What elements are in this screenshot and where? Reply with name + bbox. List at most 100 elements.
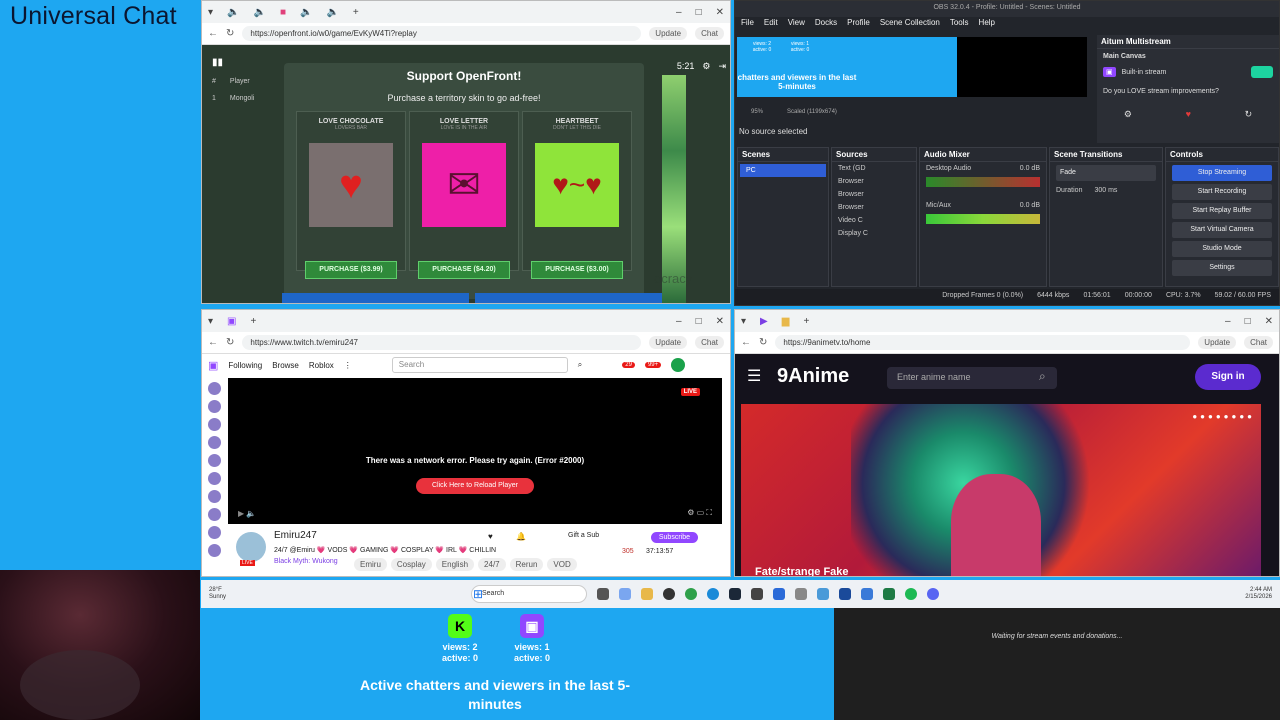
update-button[interactable]: Update: [649, 336, 688, 349]
nav-roblox[interactable]: Roblox: [309, 361, 334, 370]
tab-list-icon[interactable]: ▾: [741, 316, 746, 327]
maximize-icon[interactable]: □: [1245, 316, 1251, 327]
app-icon[interactable]: [751, 588, 763, 600]
discord-icon[interactable]: [927, 588, 939, 600]
minimize-icon[interactable]: –: [1225, 316, 1231, 327]
source-item[interactable]: Browser: [832, 175, 916, 188]
carousel-dots[interactable]: ●●●●●●●●: [1192, 412, 1255, 421]
exit-icon[interactable]: ⇥: [718, 61, 726, 72]
skin-card[interactable]: LOVE CHOCOLATE LOVERS BAR ♥: [296, 111, 406, 271]
minimize-icon[interactable]: –: [676, 316, 682, 327]
refresh-icon[interactable]: ↻: [1245, 109, 1253, 120]
skin-card[interactable]: HEARTBEET DON'T LET THIS DIE ♥~♥: [522, 111, 632, 271]
channel-avatar[interactable]: [207, 454, 221, 467]
start-virtual-camera-button[interactable]: Start Virtual Camera: [1172, 222, 1272, 238]
update-button[interactable]: Update: [649, 27, 688, 40]
back-icon[interactable]: ←: [208, 28, 218, 39]
gear-icon[interactable]: ⚙: [1124, 109, 1132, 120]
excel-icon[interactable]: [883, 588, 895, 600]
spotify-icon[interactable]: [905, 588, 917, 600]
bell-icon[interactable]: 🔔: [516, 532, 526, 541]
bar-chart-icon[interactable]: ▮▮: [212, 57, 282, 68]
channel-avatar[interactable]: [207, 418, 221, 431]
source-item[interactable]: Display C: [832, 227, 916, 240]
minimize-icon[interactable]: –: [676, 7, 682, 18]
love-stream-label[interactable]: Do you LOVE stream improvements?: [1097, 80, 1279, 103]
weather-widget[interactable]: 28°F Sunny: [209, 587, 269, 601]
chat-button[interactable]: Chat: [695, 336, 724, 349]
menu-icon[interactable]: ☰: [747, 366, 761, 386]
reload-icon[interactable]: ↻: [226, 337, 234, 348]
close-icon[interactable]: ✕: [716, 7, 724, 18]
purchase-button[interactable]: PURCHASE ($4.20): [418, 261, 510, 279]
twitch-logo-icon[interactable]: ▣: [208, 359, 218, 372]
system-clock[interactable]: 2:44 AM 2/15/2026: [1245, 587, 1272, 601]
tag[interactable]: Emiru: [354, 558, 387, 571]
channel-avatar[interactable]: [207, 400, 221, 413]
site-logo[interactable]: 9Anime: [777, 365, 849, 388]
scene-item[interactable]: PC: [740, 164, 826, 177]
source-item[interactable]: Browser: [832, 188, 916, 201]
studio-mode-button[interactable]: Studio Mode: [1172, 241, 1272, 257]
gift-sub-button[interactable]: Gift a Sub: [568, 532, 599, 539]
heart-icon[interactable]: ♥: [1186, 109, 1191, 120]
channel-name[interactable]: Emiru247: [274, 530, 317, 541]
channel-avatar[interactable]: [207, 508, 221, 521]
player-settings-icon[interactable]: ⚙ ▭ ⛶: [687, 508, 712, 518]
transition-select[interactable]: Fade: [1056, 165, 1156, 181]
stop-streaming-button[interactable]: Stop Streaming: [1172, 165, 1272, 181]
back-icon[interactable]: ←: [208, 337, 218, 348]
tag[interactable]: English: [435, 558, 475, 571]
steam-icon[interactable]: [729, 588, 741, 600]
edge-icon[interactable]: [707, 588, 719, 600]
mic-meter[interactable]: [926, 214, 1040, 224]
url-field[interactable]: https://www.twitch.tv/emiru247: [242, 335, 642, 350]
tag[interactable]: 24/7: [478, 558, 506, 571]
nav-browse[interactable]: Browse: [272, 361, 299, 370]
menu-tools[interactable]: Tools: [950, 18, 969, 30]
maximize-icon[interactable]: □: [696, 7, 702, 18]
reload-player-button[interactable]: Click Here to Reload Player: [416, 478, 534, 494]
source-item[interactable]: Text (GD: [832, 162, 916, 175]
channel-avatar[interactable]: [207, 382, 221, 395]
tag[interactable]: Rerun: [509, 558, 544, 571]
reload-icon[interactable]: ↻: [226, 28, 234, 39]
folder-tab-icon[interactable]: ▆: [782, 316, 790, 327]
menu-view[interactable]: View: [788, 18, 805, 30]
stream-toggle[interactable]: [1251, 66, 1273, 78]
search-icon[interactable]: ⌕: [1039, 369, 1046, 384]
start-recording-button[interactable]: Start Recording: [1172, 184, 1272, 200]
maximize-icon[interactable]: □: [696, 316, 702, 327]
start-icon[interactable]: ⊞: [473, 587, 483, 601]
menu-profile[interactable]: Profile: [847, 18, 870, 30]
app-icon[interactable]: [795, 588, 807, 600]
copilot-icon[interactable]: [619, 588, 631, 600]
source-item[interactable]: Video C: [832, 214, 916, 227]
obs-icon[interactable]: [663, 588, 675, 600]
chat-button[interactable]: Chat: [695, 27, 724, 40]
twitch-tab-icon[interactable]: ▣: [227, 316, 236, 327]
channel-avatar[interactable]: [207, 526, 221, 539]
update-button[interactable]: Update: [1198, 336, 1237, 349]
purchase-button[interactable]: PURCHASE ($3.99): [305, 261, 397, 279]
search-input[interactable]: Search: [391, 357, 568, 373]
close-icon[interactable]: ✕: [1265, 316, 1273, 327]
url-field[interactable]: https://openfront.io/w0/game/EvKyW4Ti?re…: [242, 26, 642, 41]
menu-file[interactable]: File: [741, 18, 754, 30]
anime-search-input[interactable]: Enter anime name: [887, 367, 1057, 389]
new-tab-icon[interactable]: +: [250, 316, 256, 327]
taskbar-search[interactable]: Search: [471, 585, 587, 603]
chrome-icon[interactable]: [685, 588, 697, 600]
channel-avatar[interactable]: [207, 436, 221, 449]
menu-edit[interactable]: Edit: [764, 18, 778, 30]
channel-avatar[interactable]: [207, 472, 221, 485]
channel-avatar-large[interactable]: [236, 532, 266, 562]
notification-badge[interactable]: 29: [622, 362, 635, 368]
shield-icon[interactable]: [773, 588, 785, 600]
file-explorer-icon[interactable]: [641, 588, 653, 600]
whisper-badge[interactable]: 99+: [644, 362, 662, 368]
video-player[interactable]: LIVE There was a network error. Please t…: [228, 378, 722, 524]
speaker-icon[interactable]: 🔈: [300, 7, 312, 18]
back-icon[interactable]: ←: [741, 337, 751, 348]
tag[interactable]: VOD: [547, 558, 577, 571]
